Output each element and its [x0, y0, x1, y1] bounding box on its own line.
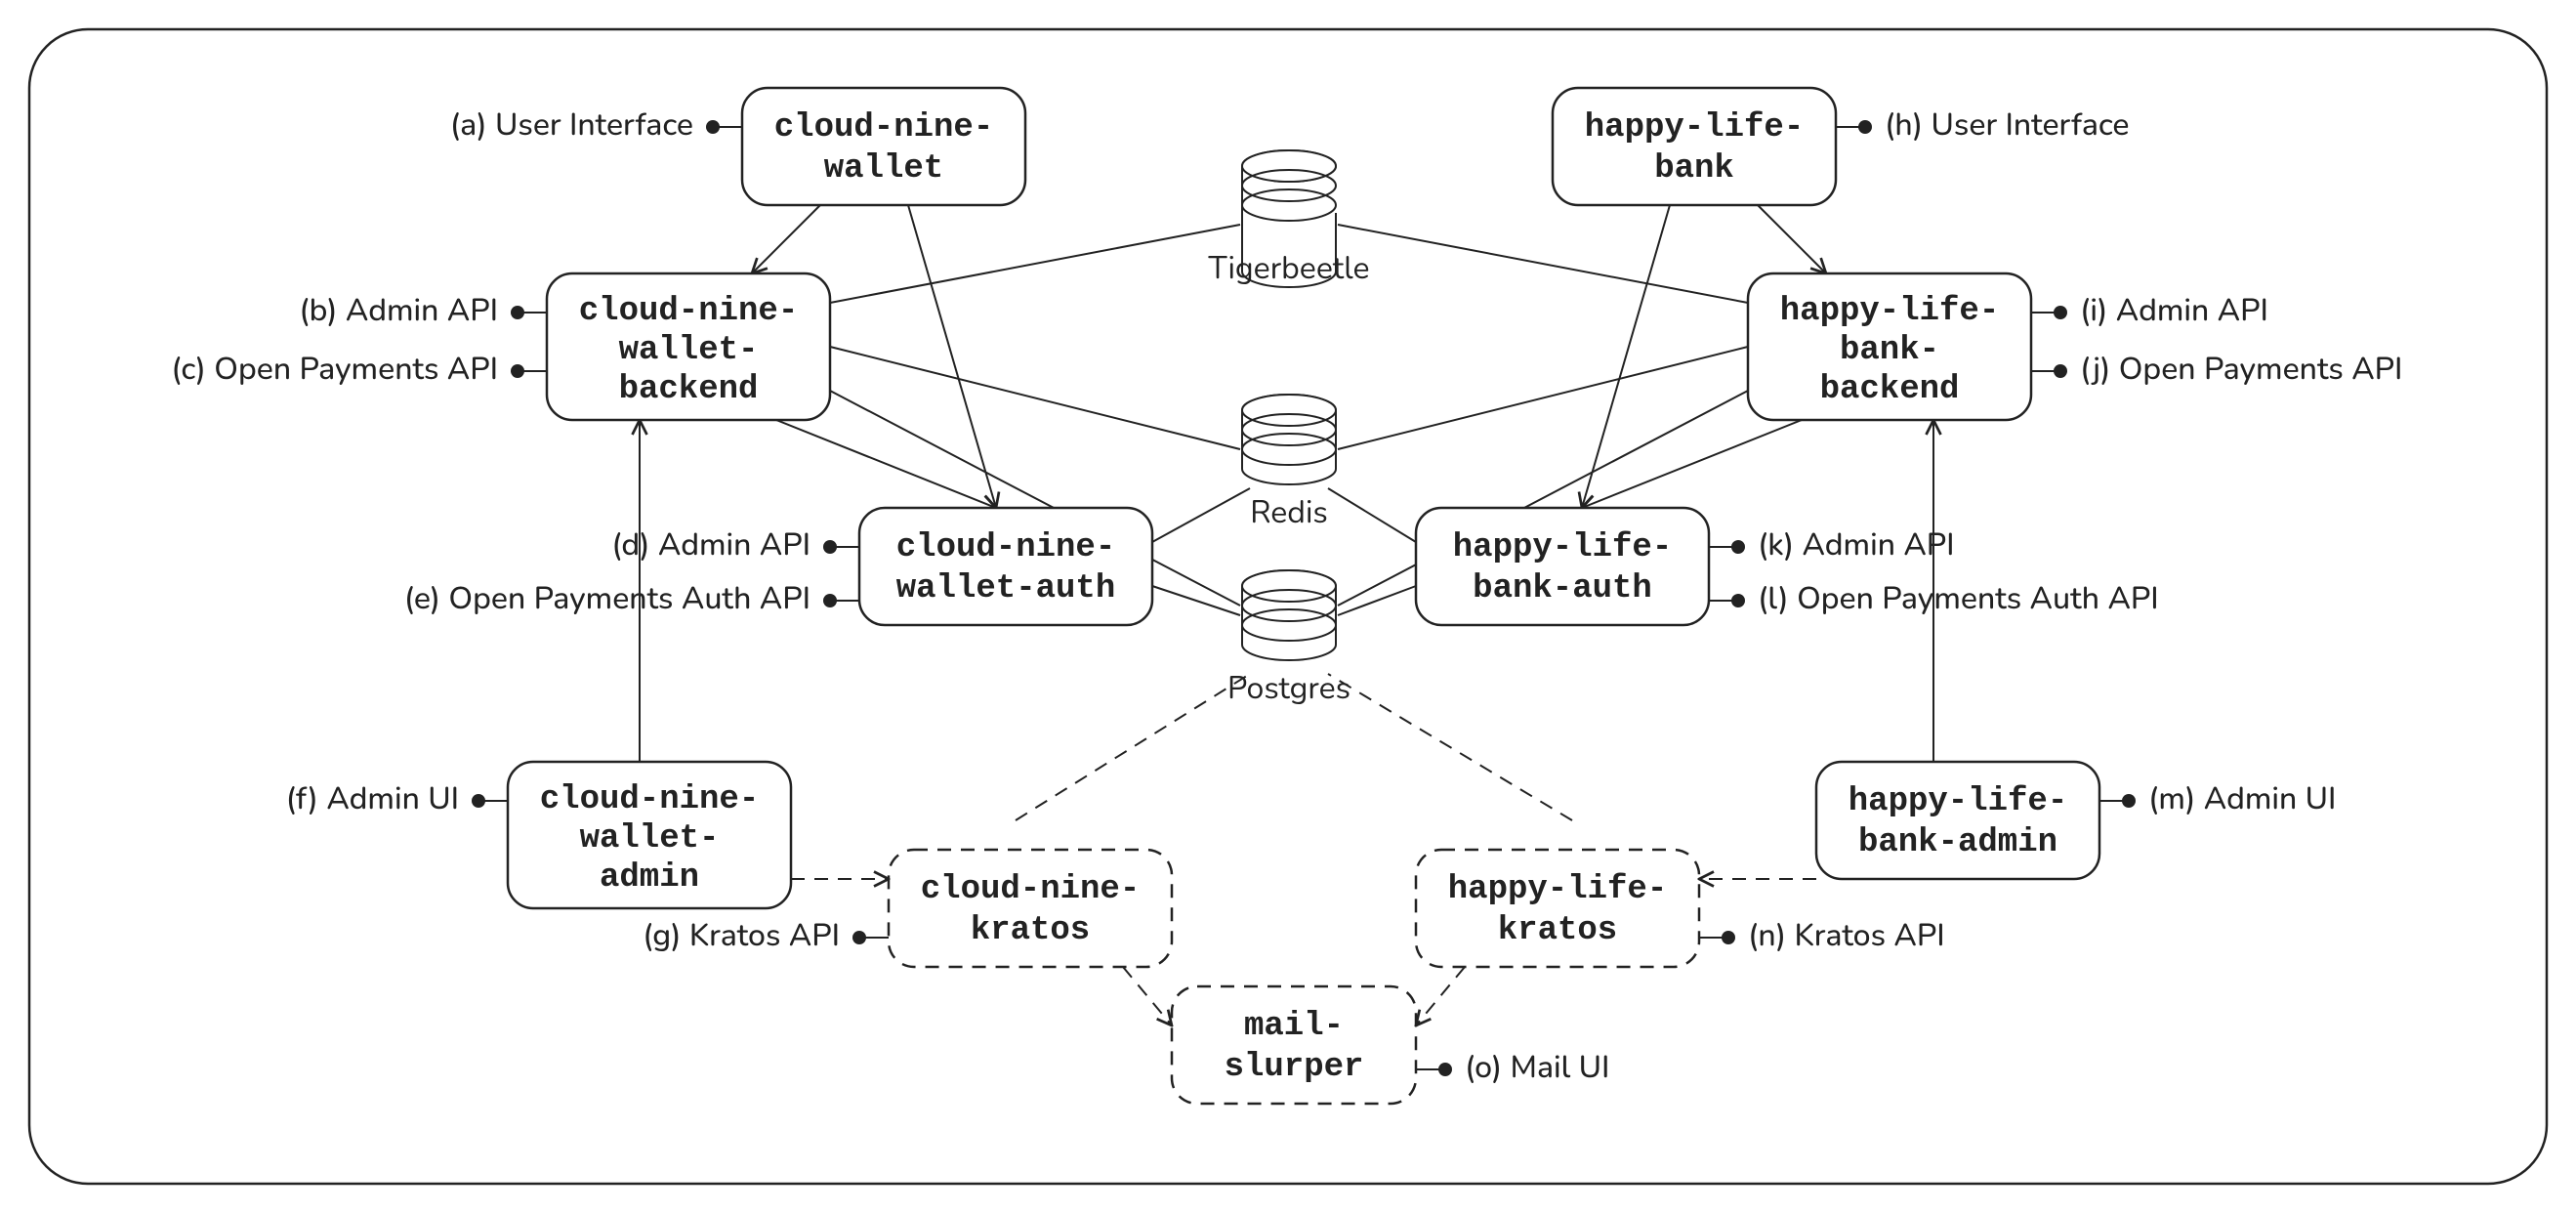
ann-n: (n) Kratos API	[1699, 915, 1945, 957]
postgres-label: Postgres	[1227, 668, 1350, 710]
svg-text:cloud-nine-: cloud-nine-	[896, 529, 1115, 566]
node-cloud-nine-wallet: cloud-nine- wallet	[742, 88, 1025, 205]
node-cloud-nine-kratos: cloud-nine- kratos	[889, 850, 1172, 967]
svg-text:bank-: bank-	[1840, 332, 1939, 369]
node-happy-life-bank-auth: happy-life- bank-auth	[1416, 508, 1709, 625]
node-happy-life-kratos: happy-life- kratos	[1416, 850, 1699, 967]
svg-text:(c) Open Payments API: (c) Open Payments API	[171, 349, 498, 391]
svg-text:(a) User Interface: (a) User Interface	[450, 105, 693, 146]
svg-text:(o) Mail UI: (o) Mail UI	[1465, 1047, 1609, 1089]
svg-text:wallet: wallet	[824, 150, 943, 188]
ann-d: (d) Admin API	[611, 524, 859, 566]
datastore-tigerbeetle: Tigerbeetle	[1207, 150, 1369, 290]
svg-text:cloud-nine-: cloud-nine-	[921, 871, 1140, 908]
ann-m: (m) Admin UI	[2099, 778, 2336, 820]
svg-text:(d) Admin API: (d) Admin API	[611, 524, 810, 566]
svg-text:kratos: kratos	[1498, 912, 1617, 949]
svg-text:(f) Admin UI: (f) Admin UI	[286, 778, 459, 820]
svg-text:(l) Open Payments Auth API: (l) Open Payments Auth API	[1758, 578, 2159, 620]
node-mail-slurper: mail- slurper	[1172, 986, 1416, 1104]
ann-i: (i) Admin API	[2031, 290, 2268, 332]
ann-j: (j) Open Payments API	[2031, 349, 2402, 391]
ann-l: (l) Open Payments Auth API	[1709, 578, 2159, 620]
svg-text:cloud-nine-: cloud-nine-	[774, 109, 993, 146]
svg-text:(n) Kratos API: (n) Kratos API	[1748, 915, 1945, 957]
ann-g: (g) Kratos API	[643, 915, 889, 957]
node-happy-life-bank-backend: happy-life- bank- backend	[1748, 273, 2031, 420]
ann-f: (f) Admin UI	[286, 778, 508, 820]
svg-text:wallet-: wallet-	[580, 820, 720, 857]
svg-text:cloud-nine-: cloud-nine-	[579, 293, 798, 330]
svg-text:wallet-auth: wallet-auth	[896, 570, 1115, 607]
svg-text:(g) Kratos API: (g) Kratos API	[643, 915, 840, 957]
svg-text:backend: backend	[1820, 371, 1960, 408]
svg-text:happy-life-: happy-life-	[1448, 871, 1667, 908]
svg-text:happy-life-: happy-life-	[1453, 529, 1672, 566]
ann-e: (e) Open Payments Auth API	[404, 578, 859, 620]
svg-text:kratos: kratos	[971, 912, 1090, 949]
node-cloud-nine-wallet-auth: cloud-nine- wallet-auth	[859, 508, 1152, 625]
svg-text:bank-admin: bank-admin	[1858, 824, 2057, 861]
node-cloud-nine-wallet-admin: cloud-nine- wallet- admin	[508, 762, 791, 908]
node-happy-life-bank-admin: happy-life- bank-admin	[1816, 762, 2099, 879]
svg-text:slurper: slurper	[1225, 1049, 1364, 1086]
svg-text:backend: backend	[619, 371, 759, 408]
svg-text:(e) Open Payments Auth API: (e) Open Payments Auth API	[404, 578, 810, 620]
svg-text:wallet-: wallet-	[619, 332, 759, 369]
svg-text:mail-: mail-	[1244, 1008, 1344, 1045]
svg-text:(k) Admin API: (k) Admin API	[1758, 524, 1955, 566]
ann-h: (h) User Interface	[1836, 105, 2130, 146]
svg-text:happy-life-: happy-life-	[1849, 783, 2067, 820]
svg-text:(h) User Interface: (h) User Interface	[1885, 105, 2130, 146]
architecture-diagram: Tigerbeetle Redis Postgres cloud-nine- w…	[0, 0, 2576, 1213]
datastore-postgres: Postgres	[1227, 570, 1350, 710]
svg-text:(b) Admin API: (b) Admin API	[299, 290, 498, 332]
svg-text:happy-life-: happy-life-	[1585, 109, 1804, 146]
redis-label: Redis	[1250, 492, 1328, 534]
svg-text:bank-auth: bank-auth	[1473, 570, 1652, 607]
datastore-redis: Redis	[1242, 395, 1336, 534]
svg-text:(i) Admin API: (i) Admin API	[2080, 290, 2268, 332]
ann-k: (k) Admin API	[1709, 524, 1955, 566]
tigerbeetle-label: Tigerbeetle	[1207, 248, 1369, 290]
node-cloud-nine-wallet-backend: cloud-nine- wallet- backend	[547, 273, 830, 420]
svg-text:happy-life-: happy-life-	[1780, 293, 1999, 330]
node-happy-life-bank: happy-life- bank	[1553, 88, 1836, 205]
ann-a: (a) User Interface	[450, 105, 742, 146]
ann-o: (o) Mail UI	[1416, 1047, 1609, 1089]
svg-text:(m) Admin UI: (m) Admin UI	[2148, 778, 2336, 820]
svg-text:bank: bank	[1654, 150, 1734, 188]
svg-text:cloud-nine-: cloud-nine-	[540, 781, 759, 818]
svg-text:(j) Open Payments API: (j) Open Payments API	[2080, 349, 2402, 391]
ann-b: (b) Admin API	[299, 290, 547, 332]
svg-text:admin: admin	[600, 859, 699, 897]
ann-c: (c) Open Payments API	[171, 349, 547, 391]
